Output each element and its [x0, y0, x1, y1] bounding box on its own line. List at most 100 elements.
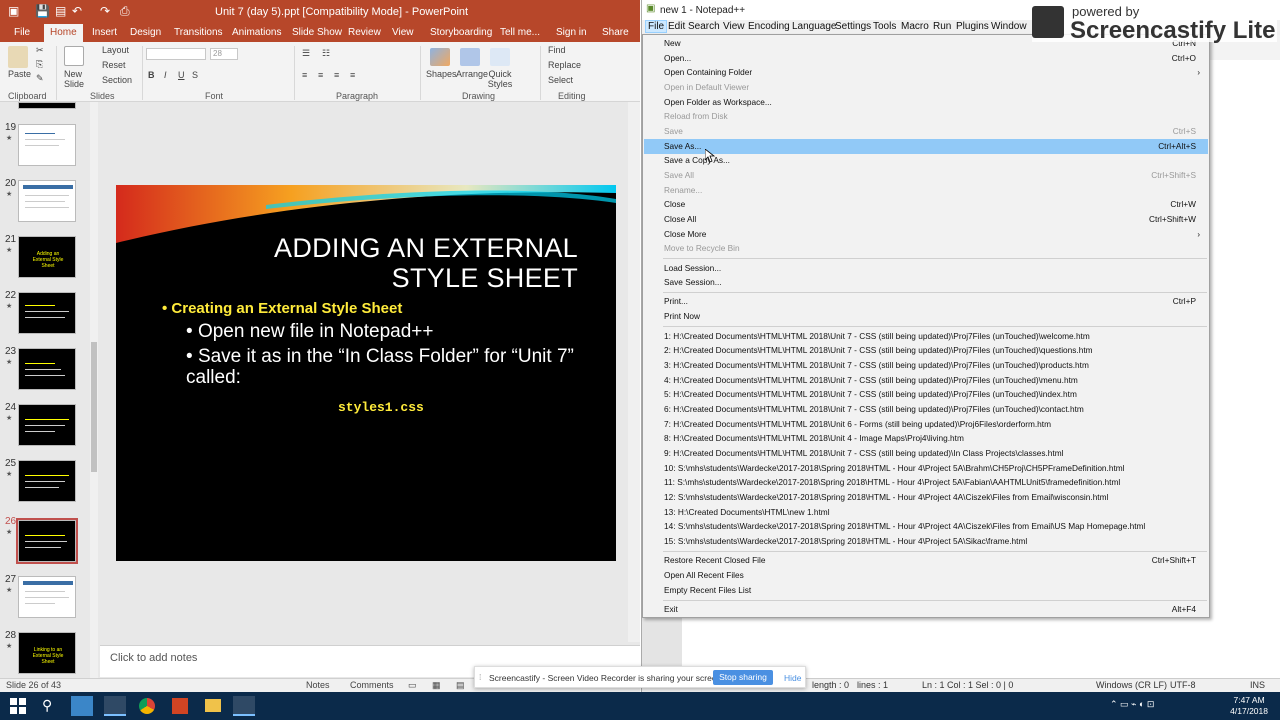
menu-file[interactable]: File [645, 20, 668, 33]
print-icon[interactable]: ⎙ [120, 4, 130, 19]
sign-in-link[interactable]: Sign in [550, 24, 593, 42]
menu-item-open-containing-folder[interactable]: Open Containing Folder › [644, 65, 1208, 80]
slide-bullet-3[interactable]: • Save it as in the “In Class Folder” fo… [186, 346, 596, 388]
save-icon[interactable]: 💾 [35, 4, 50, 18]
thumbnail-scrollbar[interactable] [90, 102, 98, 678]
menu-plugins[interactable]: Plugins [956, 21, 989, 32]
font-name-box[interactable] [146, 48, 206, 60]
normal-view-icon[interactable]: ▭ [408, 680, 417, 691]
slide-bullet-2[interactable]: • Open new file in Notepad++ [186, 321, 434, 343]
share-button[interactable]: Share [596, 24, 635, 42]
copy-icon[interactable]: ⎘ [36, 59, 43, 70]
menu-item-close[interactable]: Close Ctrl+W [644, 197, 1208, 212]
menu-item-open-default-viewer[interactable]: Open in Default Viewer [644, 80, 1208, 95]
menu-item-close-all[interactable]: Close All Ctrl+Shift+W [644, 212, 1208, 227]
quick-styles-button[interactable]: Quick Styles [487, 69, 513, 89]
file-explorer-icon[interactable] [205, 699, 221, 712]
recent-file-item[interactable]: 2: H:\Created Documents\HTML\HTML 2018\U… [644, 343, 1208, 358]
menu-item-exit[interactable]: Exit Alt+F4 [644, 602, 1208, 617]
eol-indicator[interactable]: Windows (CR LF) [1096, 680, 1167, 690]
slide-thumbnail-26[interactable] [16, 518, 78, 564]
menu-encoding[interactable]: Encoding [748, 21, 790, 32]
recent-file-item[interactable]: 7: H:\Created Documents\HTML\HTML 2018\U… [644, 417, 1208, 432]
slide-bullet-1[interactable]: • Creating an External Style Sheet [162, 300, 402, 317]
menu-item-save-session[interactable]: Save Session... [644, 275, 1208, 290]
menu-item-save-copy-as[interactable]: Save a Copy As... [644, 153, 1208, 168]
arrange-icon[interactable] [460, 48, 480, 66]
tab-design[interactable]: Design [124, 24, 167, 42]
recent-file-item[interactable]: 4: H:\Created Documents\HTML\HTML 2018\U… [644, 373, 1208, 388]
align-right-icon[interactable]: ≡ [334, 70, 339, 80]
slide-thumbnail-28[interactable]: Linking to an External Style Sheet [18, 632, 76, 674]
recent-file-item[interactable]: 11: S:\mhs\students\Wardecke\2017-2018\S… [644, 475, 1208, 490]
menu-item-reload[interactable]: Reload from Disk [644, 109, 1208, 124]
recent-file-item[interactable]: 9: H:\Created Documents\HTML\HTML 2018\U… [644, 446, 1208, 461]
menu-view[interactable]: View [723, 21, 745, 32]
cut-icon[interactable]: ✂ [36, 45, 44, 56]
stop-sharing-button[interactable]: Stop sharing [713, 670, 773, 685]
menu-item-save[interactable]: Save Ctrl+S [644, 124, 1208, 139]
menu-tools[interactable]: Tools [873, 21, 896, 32]
bold-button[interactable]: B [148, 70, 155, 80]
clipboard-icon[interactable] [8, 46, 28, 68]
recent-file-item[interactable]: 14: S:\mhs\students\Wardecke\2017-2018\S… [644, 519, 1208, 534]
bullets-icon[interactable]: ☰ [302, 48, 310, 59]
new-slide-icon[interactable] [64, 46, 84, 66]
slide-thumbnail-27[interactable] [18, 576, 76, 618]
new-slide-button[interactable]: New Slide [64, 69, 86, 89]
menu-item-open[interactable]: Open... Ctrl+O [644, 51, 1208, 66]
italic-button[interactable]: I [164, 70, 167, 80]
hide-button[interactable]: Hide [784, 673, 801, 683]
taskbar-app-notepadpp[interactable] [233, 696, 255, 716]
undo-icon[interactable]: ↶ [72, 4, 82, 18]
menu-item-print[interactable]: Print... Ctrl+P [644, 294, 1208, 309]
powerpoint-icon[interactable] [172, 698, 188, 714]
autosave-icon[interactable]: ▣ [8, 4, 19, 18]
notes-toggle[interactable]: Notes [306, 680, 330, 690]
menu-item-open-all-recent[interactable]: Open All Recent Files [644, 568, 1208, 583]
search-icon[interactable]: ⚲ [42, 697, 52, 714]
tab-view[interactable]: View [386, 24, 420, 42]
slide-thumbnail-25[interactable] [18, 460, 76, 502]
section-button[interactable]: Section [102, 75, 132, 85]
slide-thumbnail-partial[interactable] [18, 102, 76, 109]
recent-file-item[interactable]: 1: H:\Created Documents\HTML\HTML 2018\U… [644, 329, 1208, 344]
redo-icon[interactable]: ↷ [100, 4, 110, 18]
slide-title[interactable]: ADDING AN EXTERNAL STYLE SHEET [198, 233, 578, 293]
slide-thumbnail-20[interactable] [18, 180, 76, 222]
slide-thumbnail-23[interactable] [18, 348, 76, 390]
chrome-icon[interactable] [139, 698, 155, 714]
recent-file-item[interactable]: 13: H:\Created Documents\HTML\new 1.html [644, 505, 1208, 520]
menu-search[interactable]: Search [688, 21, 720, 32]
slide-code-text[interactable]: styles1.css [338, 400, 424, 415]
recent-file-item[interactable]: 12: S:\mhs\students\Wardecke\2017-2018\S… [644, 490, 1208, 505]
slide-thumbnail-pane[interactable]: 19 ★ 20 ★ 21 ★ Adding an External Style … [0, 102, 100, 678]
recent-file-item[interactable]: 15: S:\mhs\students\Wardecke\2017-2018\S… [644, 534, 1208, 549]
recent-file-item[interactable]: 10: S:\mhs\students\Wardecke\2017-2018\S… [644, 461, 1208, 476]
slide-thumbnail-19[interactable] [18, 124, 76, 166]
menu-edit[interactable]: Edit [668, 21, 685, 32]
menu-item-recycle-bin[interactable]: Move to Recycle Bin [644, 241, 1208, 256]
menu-window[interactable]: Window [991, 21, 1027, 32]
menu-item-restore-recent[interactable]: Restore Recent Closed File Ctrl+Shift+T [644, 553, 1208, 568]
taskbar-clock[interactable]: 7:47 AM 4/17/2018 [1230, 695, 1268, 717]
menu-run[interactable]: Run [933, 21, 951, 32]
drag-handle-icon[interactable]: ⁞ [479, 672, 481, 682]
slide-sorter-icon[interactable]: ▦ [432, 680, 441, 691]
tray-icons[interactable]: ⌃ ▭ ⌁ ◐ ⊡ [1110, 699, 1154, 710]
menu-item-empty-recent[interactable]: Empty Recent Files List [644, 583, 1208, 598]
recent-file-item[interactable]: 6: H:\Created Documents\HTML\HTML 2018\U… [644, 402, 1208, 417]
recent-file-item[interactable]: 8: H:\Created Documents\HTML\HTML 2018\U… [644, 431, 1208, 446]
scrollbar-thumb[interactable] [91, 342, 97, 472]
menu-item-save-all[interactable]: Save All Ctrl+Shift+S [644, 168, 1208, 183]
tab-review[interactable]: Review [342, 24, 387, 42]
justify-icon[interactable]: ≡ [350, 70, 355, 80]
reading-view-icon[interactable]: ▤ [456, 680, 465, 691]
tab-animations[interactable]: Animations [226, 24, 287, 42]
menu-macro[interactable]: Macro [901, 21, 929, 32]
tab-transitions[interactable]: Transitions [168, 24, 229, 42]
menu-item-print-now[interactable]: Print Now [644, 309, 1208, 324]
reset-button[interactable]: Reset [102, 60, 126, 70]
select-button[interactable]: Select [548, 75, 573, 85]
underline-button[interactable]: U [178, 70, 185, 80]
